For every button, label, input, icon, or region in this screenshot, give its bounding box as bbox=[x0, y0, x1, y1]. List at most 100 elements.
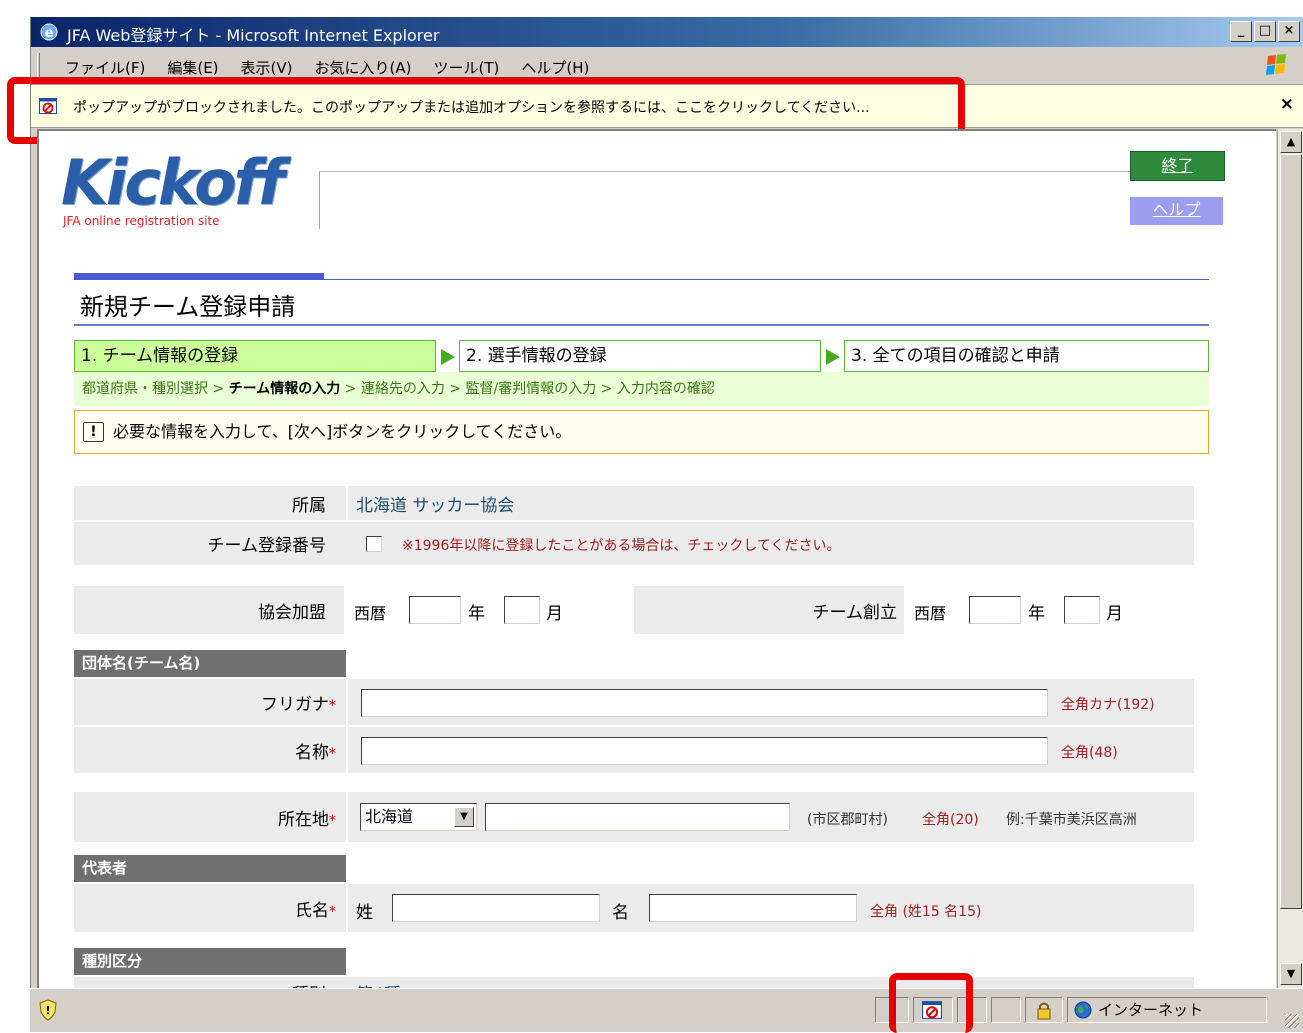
affiliation-label: 所属 bbox=[292, 496, 326, 516]
section-category: 種別区分 bbox=[74, 948, 346, 975]
breadcrumb: 都道府県・種別選択 > チーム情報の入力 > 連絡先の入力 > 監督/審判情報の… bbox=[74, 372, 1209, 406]
menu-file[interactable]: ファイル(F) bbox=[65, 57, 145, 78]
furigana-input[interactable] bbox=[361, 689, 1048, 717]
name-note: 全角(48) bbox=[1061, 745, 1118, 761]
location-label-text: 所在地 bbox=[278, 810, 329, 830]
furigana-label-text: フリガナ bbox=[261, 695, 329, 715]
breadcrumb-post: > 連絡先の入力 > 監督/審判情報の入力 > 入力内容の確認 bbox=[340, 381, 715, 397]
scroll-thumb[interactable] bbox=[1280, 154, 1302, 909]
status-bar: ! インターネット bbox=[30, 988, 1303, 1032]
rep-name-row: 氏名* 姓 名 全角 (姓15 名15) bbox=[74, 884, 1194, 932]
ie-logo-icon: e bbox=[40, 23, 58, 41]
furigana-note: 全角カナ(192) bbox=[1061, 697, 1155, 713]
page-title-bar: 新規チーム登録申請 bbox=[74, 273, 1209, 326]
step-arrow-icon bbox=[441, 349, 455, 365]
status-cell bbox=[991, 997, 1021, 1023]
affiliation-value: 北海道 サッカー協会 bbox=[356, 496, 515, 516]
prefecture-value: 北海道 bbox=[365, 807, 414, 826]
category-value: 第4種 bbox=[356, 980, 401, 988]
security-zone[interactable]: インターネット bbox=[1067, 997, 1267, 1023]
section-team-name: 団体名(チーム名) bbox=[74, 650, 346, 677]
scroll-down-icon[interactable]: ▼ bbox=[1280, 963, 1302, 985]
breadcrumb-current: チーム情報の入力 bbox=[228, 381, 341, 397]
assoc-join-label: 協会加盟 bbox=[258, 603, 326, 623]
minimize-button[interactable]: _ bbox=[1230, 21, 1252, 42]
name-input[interactable] bbox=[361, 737, 1048, 765]
team-reg-label: チーム登録番号 bbox=[207, 536, 327, 556]
svg-text:!: ! bbox=[45, 1004, 50, 1017]
notice-box: ! 必要な情報を入力して、[次へ]ボタンをクリックしてください。 bbox=[74, 410, 1209, 454]
rep-name-note: 全角 (姓15 名15) bbox=[870, 904, 982, 920]
resize-grip[interactable] bbox=[1285, 1014, 1299, 1028]
menu-edit[interactable]: 編集(E) bbox=[167, 57, 218, 78]
logo-subtitle: JFA online registration site bbox=[63, 214, 220, 228]
notice-text: 必要な情報を入力して、[次へ]ボタンをクリックしてください。 bbox=[113, 422, 572, 441]
required-mark: * bbox=[329, 746, 336, 762]
kickoff-logo: Kickoff JFA online registration site bbox=[61, 146, 319, 236]
step-arrow-icon bbox=[826, 349, 840, 365]
team-found-year-input[interactable] bbox=[969, 596, 1021, 624]
location-label: 所在地* bbox=[278, 805, 336, 830]
sei-input[interactable] bbox=[392, 894, 600, 922]
windows-flag-icon bbox=[1266, 54, 1286, 75]
status-lock-cell bbox=[1025, 997, 1063, 1023]
title-underline bbox=[74, 324, 1209, 326]
globe-icon bbox=[1074, 1001, 1092, 1019]
affiliation-row: 所属 北海道 サッカー協会 bbox=[74, 486, 1194, 520]
infobar-close-icon[interactable]: × bbox=[1280, 94, 1294, 114]
window-title: JFA Web登録サイト - Microsoft Internet Explor… bbox=[67, 26, 440, 45]
mei-input[interactable] bbox=[649, 894, 857, 922]
team-found-era: 西暦 bbox=[914, 604, 947, 623]
required-mark: * bbox=[329, 698, 336, 714]
assoc-join-year-suffix: 年 bbox=[468, 604, 485, 624]
furigana-label: フリガナ* bbox=[261, 690, 336, 715]
category-row: 種別 第4種 bbox=[74, 977, 1194, 988]
menu-favorites[interactable]: お気に入り(A) bbox=[315, 57, 412, 78]
assoc-join-era: 西暦 bbox=[354, 604, 387, 623]
team-found-year-suffix: 年 bbox=[1028, 604, 1045, 624]
breadcrumb-pre: 都道府県・種別選択 > bbox=[82, 381, 229, 397]
zone-label: インターネット bbox=[1098, 1001, 1204, 1019]
close-window-button[interactable]: × bbox=[1278, 21, 1300, 42]
location-row: 所在地* 北海道 ▼ (市区郡町村) 全角(20) 例:千葉市美浜区高洲 bbox=[74, 792, 1194, 842]
menu-tools[interactable]: ツール(T) bbox=[433, 57, 499, 78]
category-label: 種別 bbox=[292, 980, 326, 988]
chevron-down-icon[interactable]: ▼ bbox=[454, 807, 474, 827]
assoc-join-year-input[interactable] bbox=[409, 596, 461, 624]
furigana-row: フリガナ* 全角カナ(192) bbox=[74, 679, 1194, 725]
city-hint: (市区郡町村) bbox=[807, 812, 888, 828]
name-label-text: 名称 bbox=[295, 743, 329, 763]
menu-help[interactable]: ヘルプ(H) bbox=[521, 57, 589, 78]
vertical-scrollbar[interactable]: ▲ ▼ bbox=[1277, 129, 1303, 988]
security-shield-icon: ! bbox=[39, 999, 57, 1021]
page-title: 新規チーム登録申請 bbox=[80, 293, 296, 321]
header-frame bbox=[319, 171, 1224, 229]
title-top-line bbox=[324, 279, 1209, 280]
section-representative: 代表者 bbox=[74, 855, 346, 882]
name-row: 名称* 全角(48) bbox=[74, 727, 1194, 773]
team-found-label: チーム創立 bbox=[812, 603, 898, 623]
required-mark: * bbox=[329, 813, 336, 829]
step-1: 1. チーム情報の登録 bbox=[74, 340, 436, 372]
team-reg-row: チーム登録番号 ※1996年以降に登録したことがある場合は、チェックしてください… bbox=[74, 522, 1194, 565]
exclamation-icon: ! bbox=[83, 422, 104, 442]
lock-icon bbox=[1037, 1002, 1051, 1020]
city-input[interactable] bbox=[485, 803, 790, 831]
prefecture-select[interactable]: 北海道 ▼ bbox=[360, 803, 477, 831]
maximize-button[interactable]: □ bbox=[1254, 21, 1276, 42]
step-3: 3. 全ての項目の確認と申請 bbox=[844, 340, 1209, 372]
team-found-month-input[interactable] bbox=[1064, 596, 1100, 624]
title-bar: e JFA Web登録サイト - Microsoft Internet Expl… bbox=[31, 17, 1303, 47]
help-button[interactable]: ヘルプ bbox=[1130, 197, 1223, 225]
team-found-month-suffix: 月 bbox=[1106, 604, 1123, 624]
scroll-up-icon[interactable]: ▲ bbox=[1280, 131, 1302, 153]
team-reg-note: ※1996年以降に登録したことがある場合は、チェックしてください。 bbox=[402, 538, 841, 554]
assoc-join-month-suffix: 月 bbox=[546, 604, 563, 624]
assoc-join-month-input[interactable] bbox=[504, 596, 540, 624]
highlight-status-popup bbox=[889, 973, 973, 1033]
end-button[interactable]: 終了 bbox=[1130, 151, 1225, 181]
menu-view[interactable]: 表示(V) bbox=[241, 57, 293, 78]
location-example: 例:千葉市美浜区高洲 bbox=[1006, 812, 1137, 828]
team-reg-checkbox[interactable] bbox=[366, 536, 382, 552]
page-content: Kickoff JFA online registration site 終了 … bbox=[37, 129, 1276, 988]
